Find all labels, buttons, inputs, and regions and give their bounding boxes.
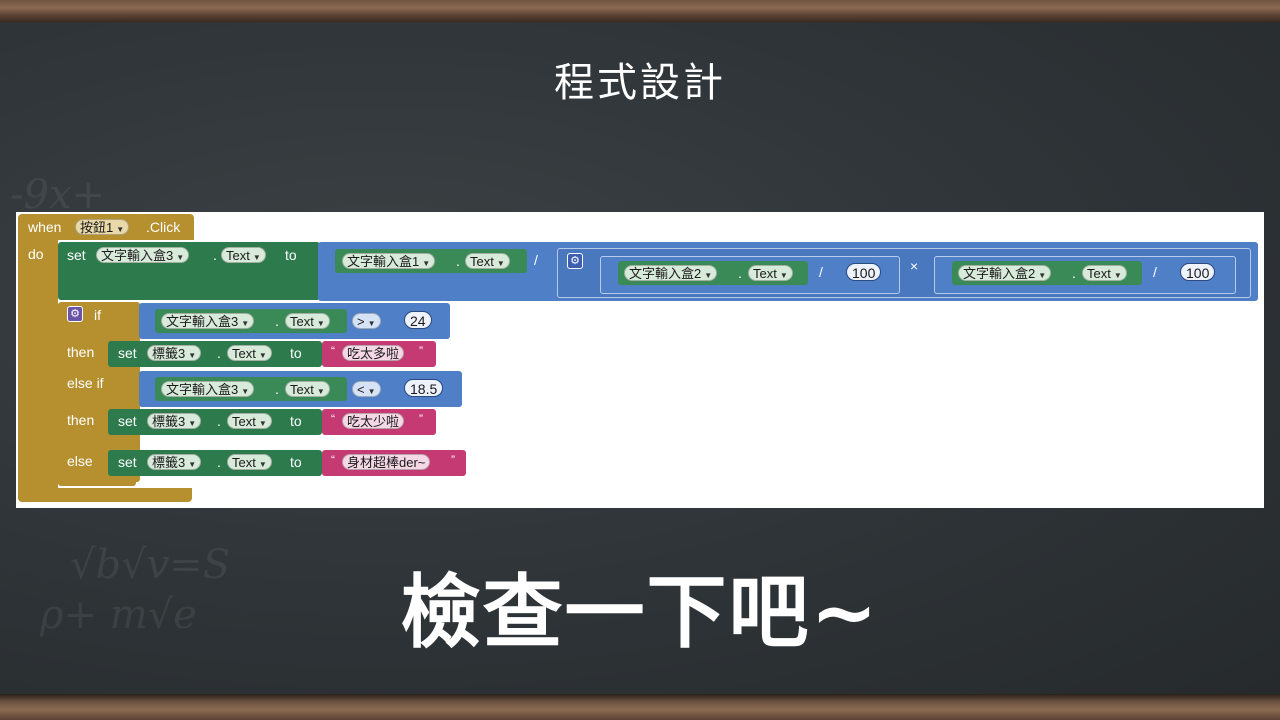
property-dropdown[interactable]: Text ▼ <box>748 265 793 281</box>
operator-dropdown-lt[interactable]: < ▼ <box>352 381 381 397</box>
quote-close: ” <box>419 412 423 426</box>
then-label: then <box>67 344 95 360</box>
number-18-5[interactable]: 18.5 <box>404 379 444 397</box>
to-label: to <box>285 247 297 263</box>
property-dropdown[interactable]: Text ▼ <box>285 381 330 397</box>
property-dropdown[interactable]: Text ▼ <box>465 253 510 269</box>
textbox3-dropdown[interactable]: 文字輸入盒3 ▼ <box>96 247 190 263</box>
multiply-operator: × <box>910 258 919 274</box>
component-dropdown[interactable]: 按鈕1 ▼ <box>75 219 130 235</box>
then-label: then <box>67 412 95 428</box>
to-label: to <box>290 413 302 429</box>
textbox1-dropdown[interactable]: 文字輸入盒1 ▼ <box>342 253 436 269</box>
set-label: set <box>118 413 137 429</box>
dot-label: . <box>738 265 742 281</box>
property-dropdown[interactable]: Text ▼ <box>227 413 272 429</box>
quote-close: ” <box>451 453 455 467</box>
quote-open: “ <box>331 453 335 467</box>
blocks-panel: when 按鈕1 ▼ .Click do set 文字輸入盒3 ▼ . Text ▼ … <box>16 212 1264 508</box>
text-value-great[interactable]: 身材超棒der~ <box>342 454 431 470</box>
property-dropdown[interactable]: Text ▼ <box>1082 265 1127 281</box>
slide-caption: 檢查一下吧~ <box>400 566 880 659</box>
label3-dropdown[interactable]: 標籤3 ▼ <box>147 454 202 470</box>
operator-dropdown-gt[interactable]: > ▼ <box>352 313 381 329</box>
textbox3-dropdown[interactable]: 文字輸入盒3 ▼ <box>161 313 255 329</box>
mutator-gear-icon[interactable]: ⚙ <box>567 253 583 269</box>
number-100[interactable]: 100 <box>846 263 882 281</box>
event-block-footer <box>18 488 192 502</box>
slide-title: 程式設計 <box>554 60 726 106</box>
dot-label: . <box>275 313 279 329</box>
do-label: do <box>28 246 44 262</box>
set-label: set <box>118 345 137 361</box>
number-100[interactable]: 100 <box>1180 263 1216 281</box>
when-label: when <box>28 219 62 235</box>
dot-label: . <box>217 454 221 470</box>
event-name: .Click <box>146 219 181 235</box>
text-value-too-much[interactable]: 吃太多啦 <box>342 345 405 361</box>
dot-label: . <box>1072 265 1076 281</box>
dot-label: . <box>275 381 279 397</box>
textbox3-dropdown[interactable]: 文字輸入盒3 ▼ <box>161 381 255 397</box>
property-dropdown[interactable]: Text ▼ <box>285 313 330 329</box>
chalkboard-frame-top <box>0 0 1280 22</box>
event-block-body <box>18 240 58 496</box>
dot-label: . <box>456 253 460 269</box>
mutator-gear-icon[interactable]: ⚙ <box>67 306 83 322</box>
divide-operator: / <box>534 252 538 268</box>
quote-open: “ <box>331 412 335 426</box>
property-dropdown[interactable]: Text ▼ <box>221 247 266 263</box>
property-dropdown[interactable]: Text ▼ <box>227 345 272 361</box>
else-label: else <box>67 453 93 469</box>
divide-operator: / <box>819 264 823 280</box>
label3-dropdown[interactable]: 標籤3 ▼ <box>147 345 202 361</box>
to-label: to <box>290 454 302 470</box>
text-value-too-little[interactable]: 吃太少啦 <box>342 413 405 429</box>
textbox2-dropdown[interactable]: 文字輸入盒2 ▼ <box>958 265 1052 281</box>
to-label: to <box>290 345 302 361</box>
dot-label: . <box>217 413 221 429</box>
number-24[interactable]: 24 <box>404 311 432 329</box>
dot-label: . <box>213 247 217 263</box>
quote-open: “ <box>331 344 335 358</box>
set-label: set <box>118 454 137 470</box>
divide-operator: / <box>1153 264 1157 280</box>
label3-dropdown[interactable]: 標籤3 ▼ <box>147 413 202 429</box>
property-dropdown[interactable]: Text ▼ <box>227 454 272 470</box>
if-label: if <box>94 307 101 323</box>
else-if-label: else if <box>67 375 104 391</box>
textbox2-dropdown[interactable]: 文字輸入盒2 ▼ <box>624 265 718 281</box>
quote-close: ” <box>419 344 423 358</box>
set-label: set <box>67 247 86 263</box>
dot-label: . <box>217 345 221 361</box>
chalkboard-frame-bottom <box>0 694 1280 720</box>
